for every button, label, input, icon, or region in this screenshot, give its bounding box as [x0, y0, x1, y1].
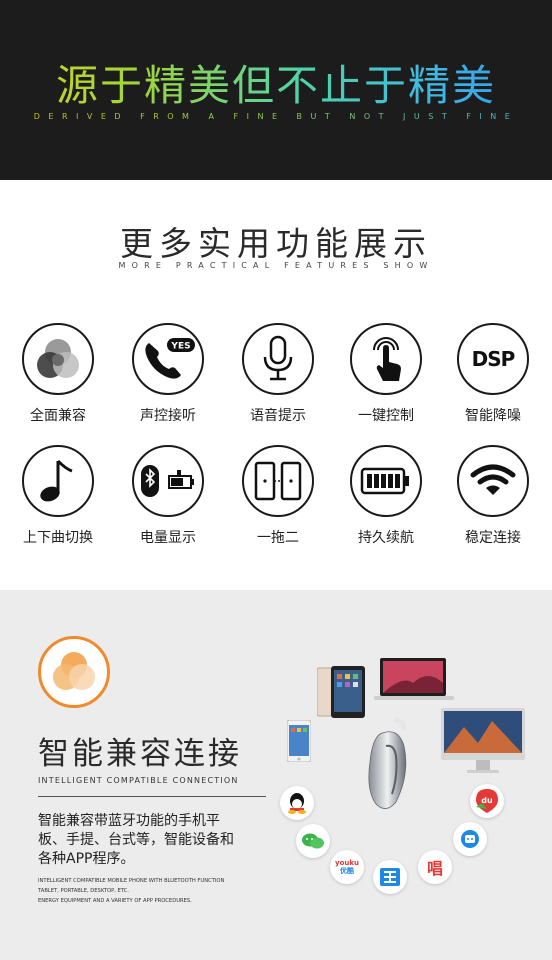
- features-title: 更多实用功能展示: [120, 224, 432, 263]
- svg-text:du: du: [481, 796, 493, 805]
- banner-title: 源于精美但不止于精美: [0, 52, 552, 113]
- feature-label: 语音提示: [250, 408, 306, 424]
- desktop-image: [441, 708, 525, 776]
- features-subtitle: MORE PRACTICAL FEATURES SHOW: [118, 261, 434, 270]
- feature-label: 一键控制: [358, 408, 414, 424]
- dsp-icon: DSP: [457, 323, 529, 395]
- wifi-icon: [457, 445, 529, 517]
- feature-label: 电量显示: [140, 530, 196, 546]
- feature-label: 持久续航: [358, 530, 414, 546]
- feature-long-battery: 持久续航: [331, 445, 441, 547]
- feature-label: 智能降噪: [465, 408, 521, 424]
- youku-app-icon: youku 优酷: [330, 850, 364, 884]
- battery-icon: [350, 445, 422, 517]
- features-section: 更多实用功能展示 MORE PRACTICAL FEATURES SHOW 全面…: [0, 180, 552, 590]
- qq-app-icon: [280, 786, 314, 820]
- wechat-app-icon: [296, 824, 330, 858]
- feature-label: 声控接听: [140, 408, 196, 424]
- feature-voice-prompt: 语音提示: [223, 323, 333, 425]
- svg-text:YES: YES: [170, 342, 190, 352]
- banner-subtitle: DERIVED FROM A FINE BUT NOT JUST FINE: [0, 112, 552, 121]
- compat-title: 智能兼容连接: [38, 736, 242, 772]
- divider: [38, 796, 266, 797]
- laptop-image: [374, 658, 454, 702]
- compat-section: 智能兼容连接 INTELLIGENT COMPATIBLE CONNECTION…: [0, 590, 552, 960]
- phone-yes-icon: YES: [132, 323, 204, 395]
- feature-track-switch: 上下曲切换: [3, 445, 113, 547]
- phone-image: [286, 719, 312, 763]
- music-note-icon: [22, 445, 94, 517]
- video-app-icon: [373, 860, 407, 894]
- feature-label: 上下曲切换: [23, 530, 93, 546]
- two-phones-icon: [242, 445, 314, 517]
- bluetooth-battery-icon: [132, 445, 204, 517]
- feature-voice-answer: YES 声控接听: [113, 323, 223, 425]
- feature-label: 一拖二: [257, 530, 299, 546]
- finger-press-icon: [350, 323, 422, 395]
- compat-subtitle: INTELLIGENT COMPATIBLE CONNECTION: [38, 776, 239, 785]
- feature-stable-connection: 稳定连接: [438, 445, 548, 547]
- compat-english-description: INTELLIGENT COMPATIBLE MOBILE PHONE WITH…: [38, 878, 225, 904]
- top-banner: 源于精美但不止于精美 DERIVED FROM A FINE BUT NOT J…: [0, 0, 552, 180]
- overlap-circles-logo-icon: [38, 636, 110, 708]
- overlap-circles-icon: [22, 323, 94, 395]
- microphone-icon: [242, 323, 314, 395]
- messenger-app-icon: [453, 822, 487, 856]
- feature-battery-display: 电量显示: [113, 445, 223, 547]
- feature-noise-reduction: DSP 智能降噪: [438, 323, 548, 425]
- feature-label: 全面兼容: [30, 408, 86, 424]
- feature-label: 稳定连接: [465, 530, 521, 546]
- feature-one-key: 一键控制: [331, 323, 441, 425]
- bluetooth-earpiece-image: [366, 716, 412, 814]
- changba-app-icon: 唱: [418, 850, 452, 884]
- baidu-map-app-icon: du: [470, 784, 504, 818]
- tablet-image: [316, 666, 365, 718]
- feature-compatible: 全面兼容: [3, 323, 113, 425]
- compat-description: 智能兼容带蓝牙功能的手机平板、手提、台式等，智能设备和各种APP程序。: [38, 813, 234, 867]
- feature-one-to-two: 一拖二: [223, 445, 333, 547]
